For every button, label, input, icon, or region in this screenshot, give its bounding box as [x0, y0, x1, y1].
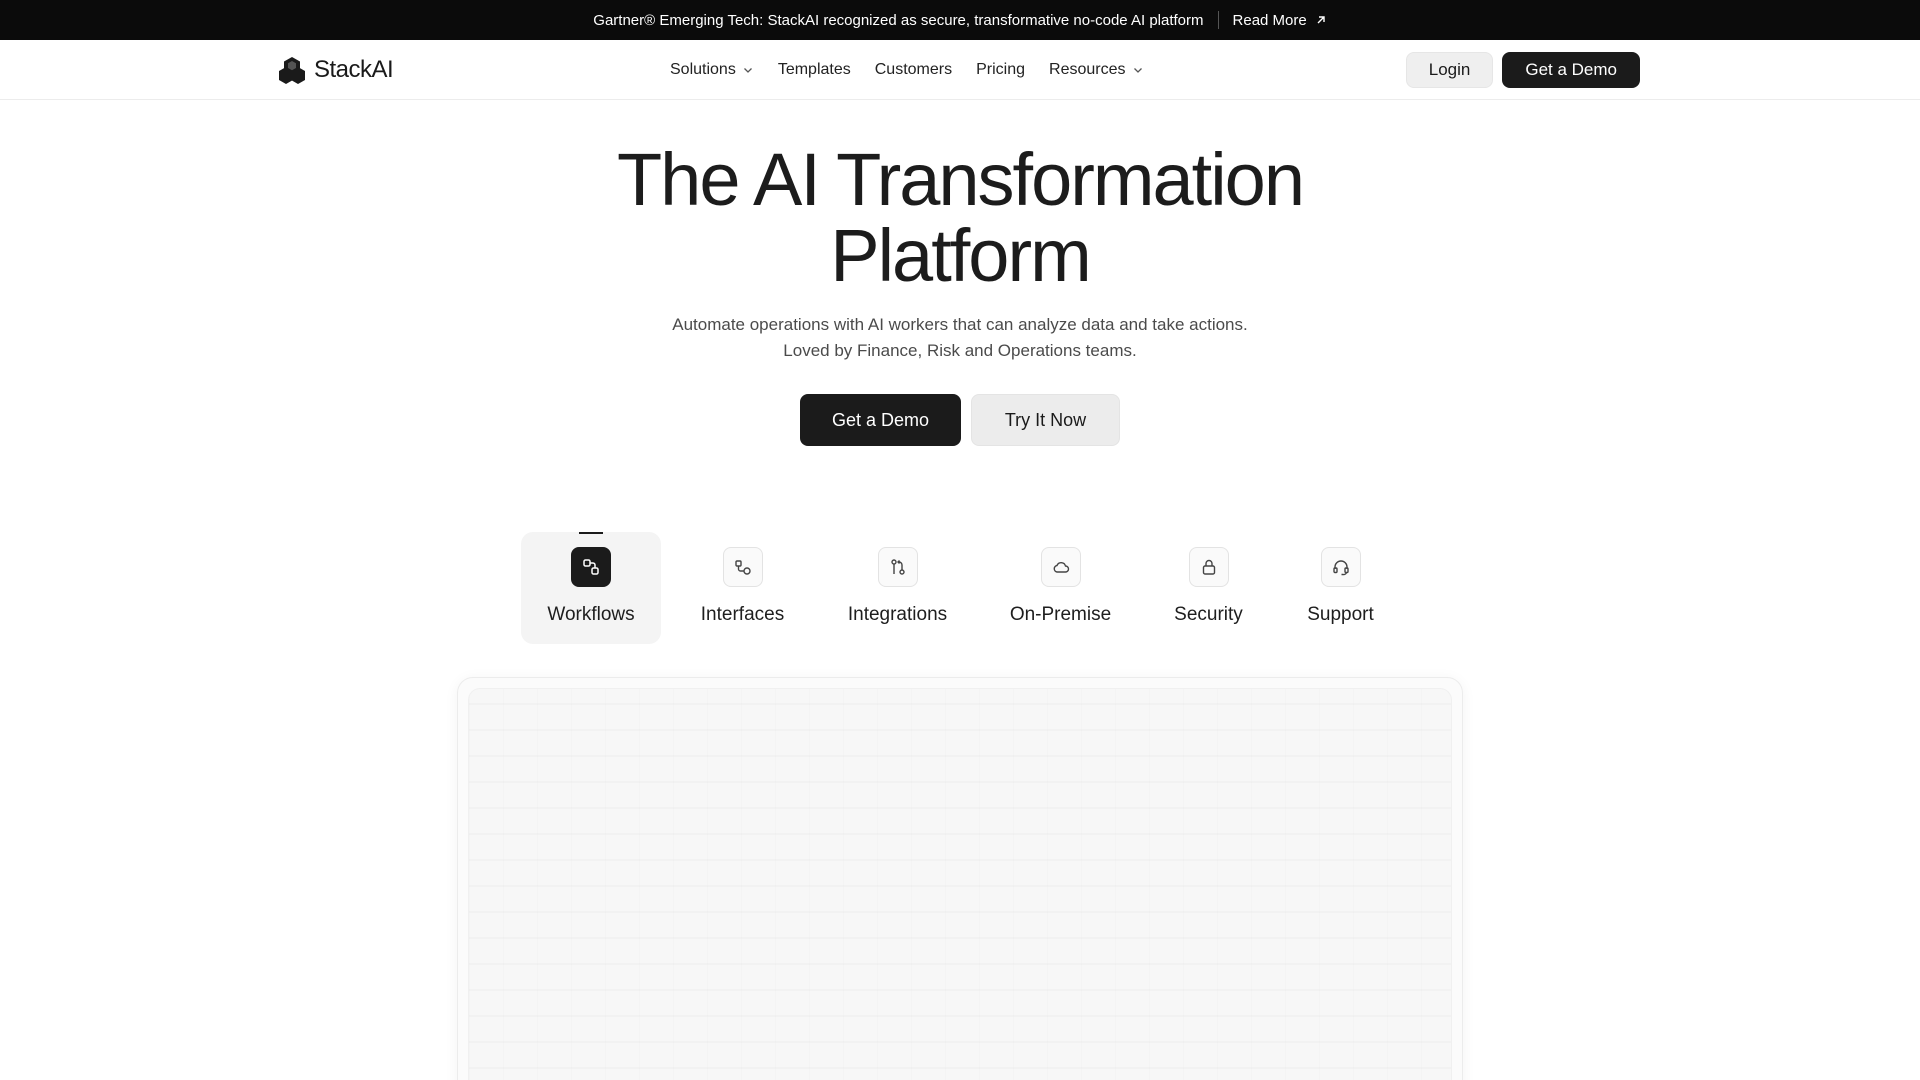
nav-links: Solutions Templates Customers Pricing Re… [670, 40, 1144, 100]
chevron-down-icon [1133, 68, 1142, 73]
tab-label: On-Premise [1009, 604, 1112, 625]
login-button[interactable]: Login [1405, 52, 1494, 88]
hero-title-line2: Platform [830, 214, 1092, 297]
hero-title: The AI Transformation Platform [0, 142, 1920, 294]
cloud-icon [1040, 547, 1081, 587]
nav-item-label: Pricing [976, 61, 1026, 78]
read-more-link[interactable]: Read More [1233, 12, 1327, 29]
logo[interactable]: StackAI [278, 55, 394, 85]
tab-label: Interfaces [700, 604, 785, 625]
hero-get-demo-button[interactable]: Get a Demo [800, 394, 961, 446]
hero-subtitle: Automate operations with AI workers that… [0, 312, 1920, 364]
nav-item-resources[interactable]: Resources [1049, 61, 1143, 79]
nav-item-customers[interactable]: Customers [875, 61, 952, 79]
workflow-icon [571, 547, 611, 587]
read-more-label: Read More [1232, 11, 1307, 29]
tab-label: Support [1307, 604, 1374, 625]
arrow-up-right-icon [1317, 16, 1325, 24]
hero-subtitle-line2: Loved by Finance, Risk and Operations te… [783, 341, 1137, 360]
nav-actions: Login Get a Demo [1405, 52, 1640, 88]
tab-workflows[interactable]: Workflows [521, 532, 661, 644]
tab-interfaces[interactable]: Interfaces [661, 532, 824, 644]
tab-label: Security [1174, 604, 1243, 625]
try-it-now-button[interactable]: Try It Now [971, 394, 1120, 446]
lock-icon [1188, 547, 1229, 587]
hero-subtitle-line1: Automate operations with AI workers that… [672, 315, 1248, 334]
tab-on-premise[interactable]: On-Premise [971, 532, 1150, 644]
announcement-text: Gartner® Emerging Tech: StackAI recogniz… [593, 11, 1204, 29]
tab-label: Workflows [547, 604, 635, 625]
stackai-logo-icon [279, 57, 305, 84]
nav-item-label: Templates [777, 61, 851, 78]
hero-cta-group: Get a Demo Try It Now [0, 394, 1920, 446]
nav-item-templates[interactable]: Templates [778, 61, 851, 79]
integrations-icon [877, 547, 918, 587]
announcement-bar: Gartner® Emerging Tech: StackAI recogniz… [0, 0, 1920, 40]
get-demo-button[interactable]: Get a Demo [1502, 52, 1640, 88]
top-navigation: StackAI Solutions Templates Customers Pr… [0, 40, 1920, 100]
active-tab-indicator [579, 532, 603, 534]
logo-text: StackAI [314, 56, 394, 83]
feature-tabs: Workflows Interfaces Integrations On-Pre… [521, 532, 1414, 644]
nav-item-pricing[interactable]: Pricing [976, 61, 1025, 79]
preview-placeholder [469, 689, 1451, 1080]
tab-label: Integrations [847, 604, 948, 625]
nav-item-solutions[interactable]: Solutions [670, 61, 754, 79]
tab-integrations[interactable]: Integrations [824, 532, 971, 644]
product-preview-frame [457, 677, 1463, 1080]
nav-item-label: Customers [874, 61, 953, 78]
interfaces-icon [722, 547, 763, 587]
hero-title-line1: The AI Transformation [616, 138, 1305, 221]
tab-security[interactable]: Security [1150, 532, 1267, 644]
nav-item-label: Resources [1049, 61, 1126, 78]
nav-item-label: Solutions [670, 61, 736, 78]
announcement-divider [1217, 11, 1219, 29]
tab-support[interactable]: Support [1267, 532, 1414, 644]
headset-icon [1320, 547, 1361, 587]
chevron-down-icon [743, 68, 752, 73]
product-preview-screen [468, 688, 1452, 1080]
